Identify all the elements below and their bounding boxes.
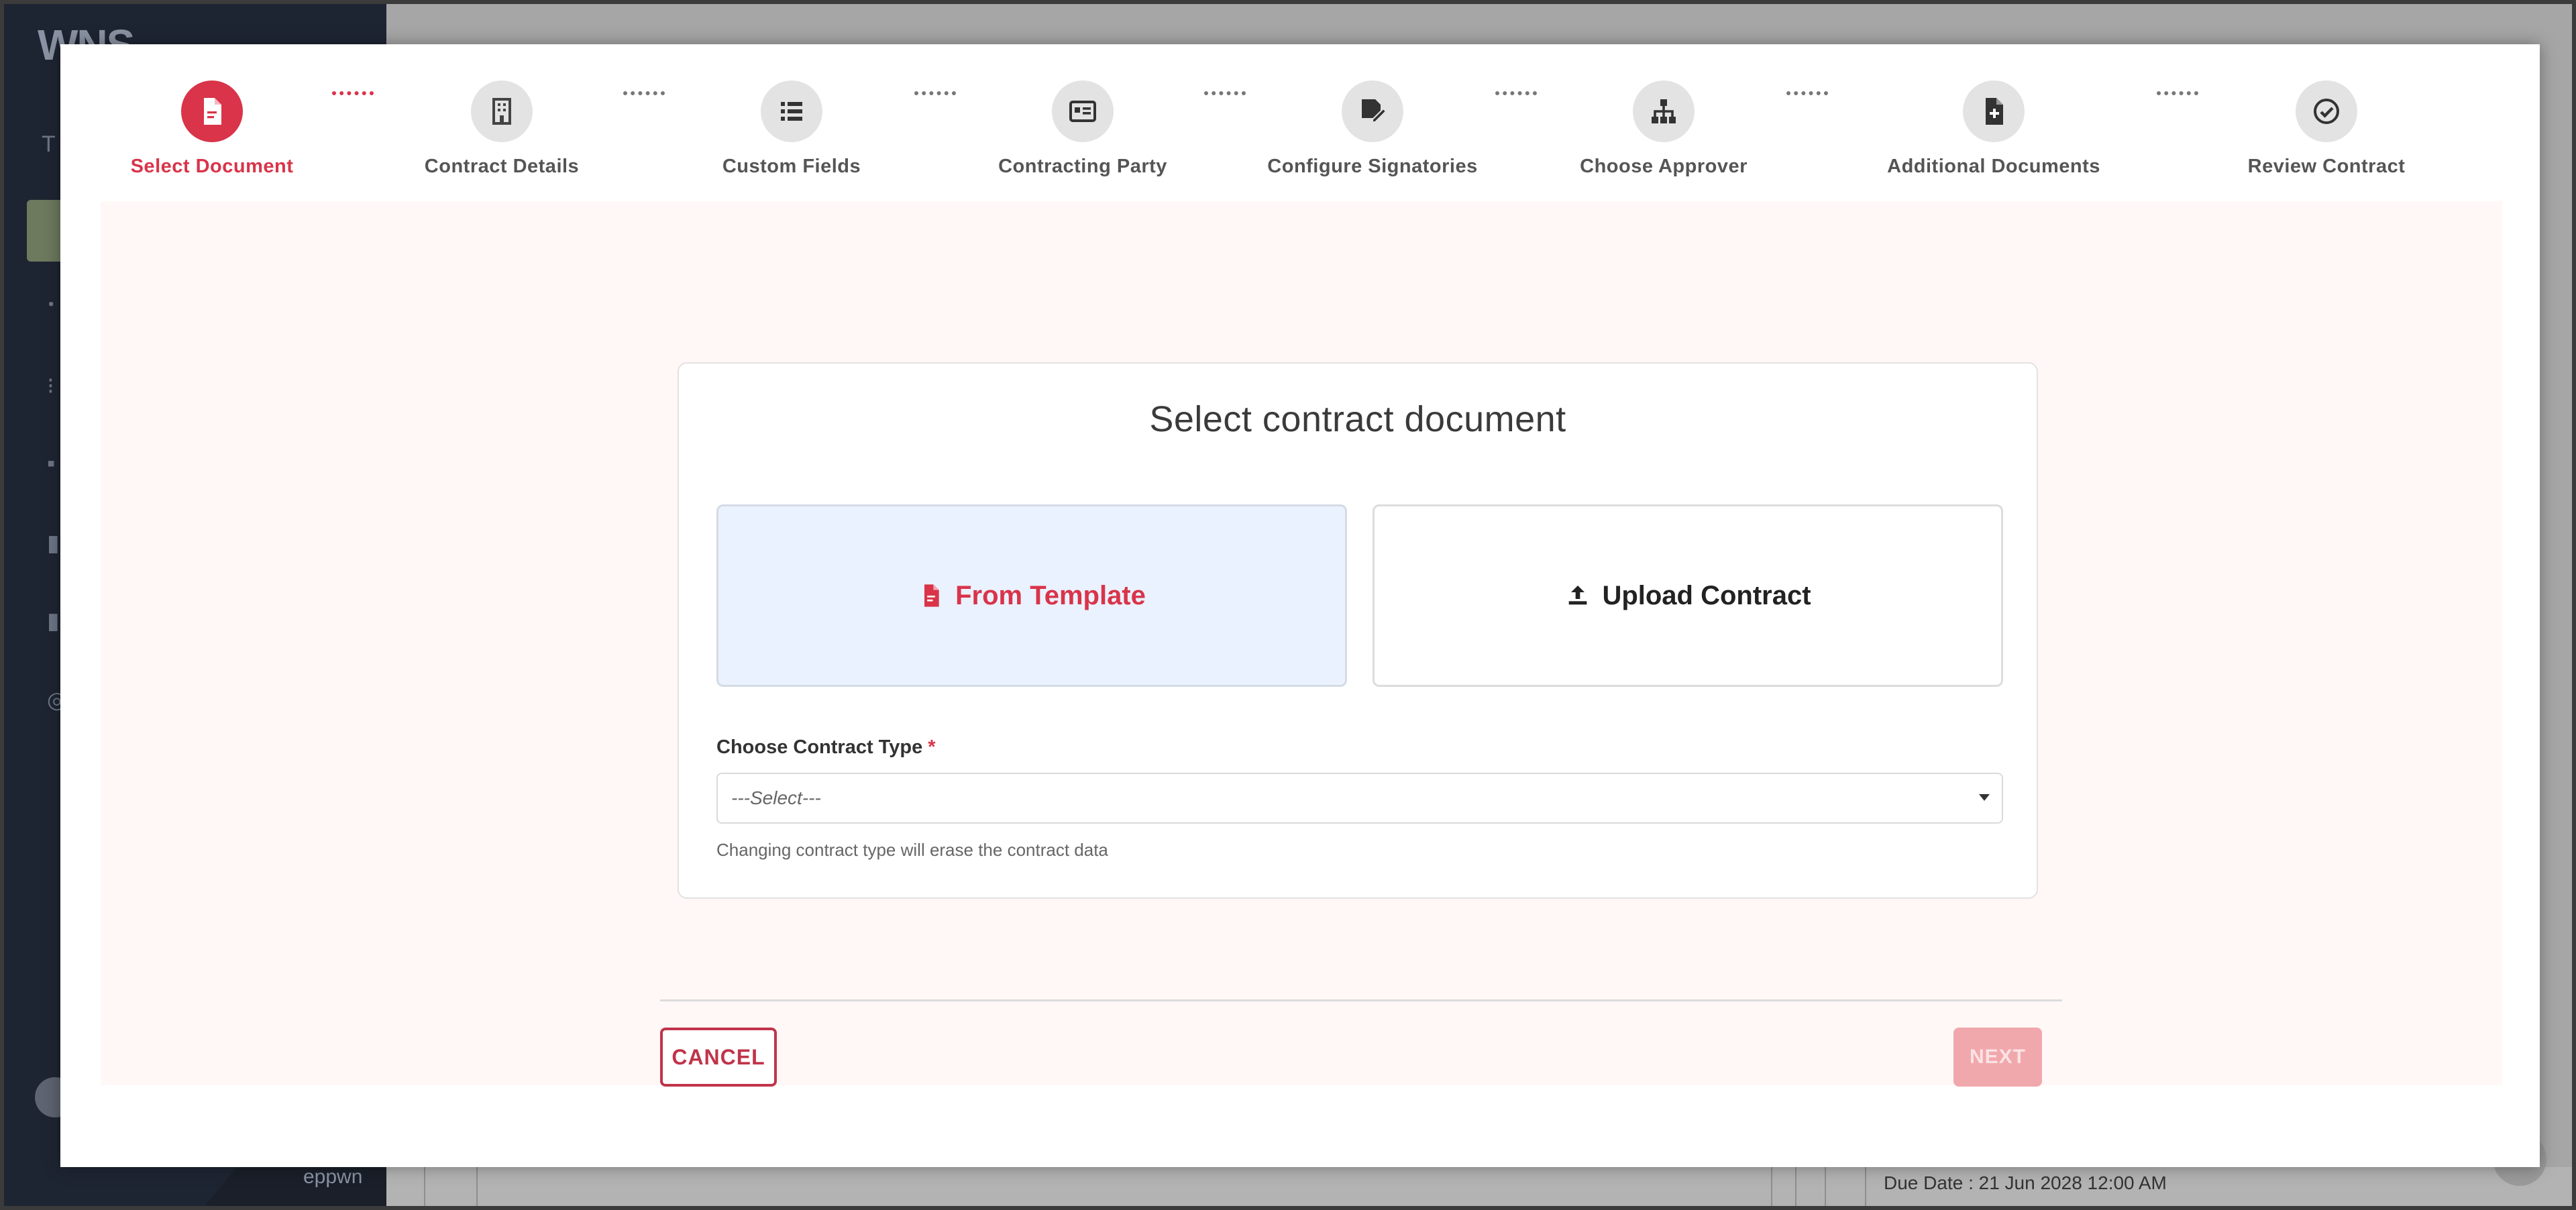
background-table-row bbox=[386, 1167, 2576, 1210]
wizard-stepper: Select Document Contract Details Custom … bbox=[60, 44, 2540, 199]
from-template-option[interactable]: From Template bbox=[716, 504, 1347, 687]
option-label: Upload Contract bbox=[1602, 580, 1811, 610]
contract-type-label-text: Choose Contract Type bbox=[716, 736, 923, 758]
step-custom-fields[interactable]: Custom Fields bbox=[637, 80, 946, 178]
sidebar-glyph: T bbox=[42, 131, 56, 157]
step-label: Choose Approver bbox=[1580, 156, 1748, 177]
sidebar-glyph: ▮ bbox=[47, 531, 60, 556]
create-contract-modal: Select Document Contract Details Custom … bbox=[60, 44, 2540, 1167]
step-label: Contract Details bbox=[424, 156, 580, 177]
step-label: Additional Documents bbox=[1887, 156, 2100, 177]
step-label: Review Contract bbox=[2247, 156, 2406, 177]
file-plus-icon bbox=[1963, 80, 2025, 142]
contract-type-selected-value: ---Select--- bbox=[731, 787, 821, 808]
file-icon bbox=[924, 584, 939, 607]
required-mark: * bbox=[928, 736, 936, 758]
sidebar-glyph: • bbox=[48, 295, 54, 313]
cancel-button[interactable]: CANCEL bbox=[660, 1028, 777, 1087]
list-icon bbox=[761, 80, 822, 142]
step-connector bbox=[1786, 91, 1828, 95]
upload-contract-option[interactable]: Upload Contract bbox=[1373, 504, 2003, 687]
step-contracting-party[interactable]: Contracting Party bbox=[928, 80, 1237, 178]
table-cell-divider bbox=[1771, 1167, 1772, 1210]
step-label: Custom Fields bbox=[722, 156, 861, 177]
upload-icon bbox=[1569, 586, 1587, 605]
signature-icon bbox=[1342, 80, 1403, 142]
document-icon bbox=[181, 80, 243, 142]
hierarchy-icon bbox=[1633, 80, 1695, 142]
step-choose-approver[interactable]: Choose Approver bbox=[1509, 80, 1818, 178]
card-title: Select contract document bbox=[1149, 399, 1566, 439]
next-button[interactable]: NEXT bbox=[1953, 1028, 2042, 1087]
step-select-document[interactable]: Select Document bbox=[58, 80, 366, 178]
wizard-content: Select contract document From Template U… bbox=[101, 201, 2502, 1087]
step-configure-signatories[interactable]: Configure Signatories bbox=[1218, 80, 1527, 178]
option-label: From Template bbox=[955, 580, 1146, 610]
footer-divider bbox=[660, 999, 2062, 1001]
sidebar-glyph: ▮ bbox=[47, 608, 60, 634]
table-cell-divider bbox=[1795, 1167, 1796, 1210]
contract-type-label: Choose Contract Type * bbox=[716, 736, 936, 759]
table-cell-divider bbox=[1865, 1167, 1866, 1210]
step-review-contract[interactable]: Review Contract bbox=[2172, 80, 2481, 178]
building-icon bbox=[471, 80, 533, 142]
step-contract-details[interactable]: Contract Details bbox=[347, 80, 656, 178]
sidebar-glyph: ⁝ bbox=[47, 374, 54, 399]
step-label: Configure Signatories bbox=[1267, 156, 1478, 177]
check-circle-icon bbox=[2296, 80, 2357, 142]
step-label: Select Document bbox=[130, 156, 294, 177]
step-additional-documents[interactable]: Additional Documents bbox=[1839, 80, 2148, 178]
sidebar-user-name: eppwn bbox=[303, 1166, 363, 1188]
contract-type-help-text: Changing contract type will erase the co… bbox=[716, 840, 1108, 860]
background-due-date: Due Date : 21 Jun 2028 12:00 AM bbox=[1884, 1172, 2167, 1193]
step-label: Contracting Party bbox=[998, 156, 1167, 177]
sidebar-glyph: ▪ bbox=[47, 451, 56, 476]
table-cell-divider bbox=[1825, 1167, 1826, 1210]
contract-type-select[interactable]: ---Select--- bbox=[716, 773, 2003, 824]
table-cell-divider bbox=[476, 1167, 478, 1210]
chevron-down-icon bbox=[1979, 794, 1990, 801]
select-document-card: Select contract document From Template U… bbox=[678, 362, 2038, 899]
id-card-icon bbox=[1052, 80, 1114, 142]
table-cell-divider bbox=[424, 1167, 425, 1210]
